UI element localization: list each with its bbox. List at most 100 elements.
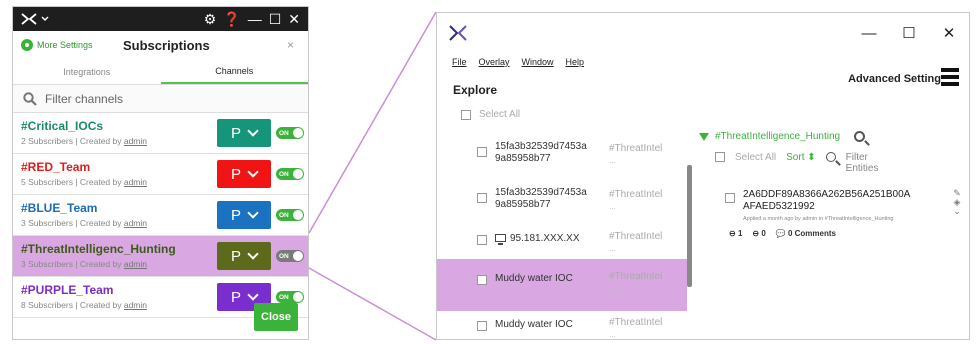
maximize-button[interactable]: ☐ — [889, 24, 929, 42]
panel-title: Subscriptions — [123, 37, 210, 53]
filter-placeholder: Filter channels — [45, 91, 124, 106]
list-item-selected[interactable]: Muddy water IOC #ThreatIntel... — [437, 259, 687, 311]
checkbox[interactable] — [477, 321, 487, 331]
close-button[interactable]: Close — [254, 303, 298, 331]
menu-bar: File Overlay Window Help — [452, 57, 584, 67]
subscription-tabs: Integrations Channels — [13, 59, 308, 85]
close-window-button[interactable]: ✕ — [929, 24, 969, 42]
menu-window[interactable]: Window — [522, 57, 554, 67]
menu-overlay[interactable]: Overlay — [479, 57, 510, 67]
select-all-label: Select All — [479, 109, 521, 120]
subscription-toggle[interactable]: ON — [276, 127, 304, 139]
more-settings-label: More Settings — [37, 40, 93, 50]
channel-row[interactable]: #Critical_IOCs 2 Subscribers | Created b… — [13, 113, 308, 154]
list-item[interactable]: 15fa3b32539d7453a 9a85958b77 #ThreatInte… — [437, 131, 687, 183]
channel-row[interactable]: #RED_Team 5 Subscribers | Created by adm… — [13, 154, 308, 195]
chevron-down-icon — [41, 16, 49, 22]
app-logo-icon — [21, 13, 37, 25]
item-title: Muddy water IOC — [495, 319, 573, 330]
priority-dropdown[interactable]: P — [217, 242, 271, 270]
creator-link[interactable]: admin — [124, 177, 147, 187]
item-title: Muddy water IOC — [495, 273, 573, 284]
entity-hash: 2A6DDF89A8366A262B56A251B00A AFAED532199… — [743, 189, 910, 212]
priority-dropdown[interactable]: P — [217, 119, 271, 147]
minimize-button[interactable]: — — [248, 12, 262, 26]
detail-header: #ThreatIntelligence_Hunting — [699, 131, 967, 142]
subscription-toggle[interactable]: ON — [276, 250, 304, 262]
detail-pane: #ThreatIntelligence_Hunting Select All S… — [699, 131, 967, 238]
filter-search-icon[interactable] — [825, 152, 836, 162]
chevron-down-icon — [247, 289, 259, 301]
checkbox[interactable] — [715, 152, 725, 162]
chevron-down-icon — [247, 125, 259, 137]
subscriptions-window: ⚙ ❓ — ☐ ✕ More Settings Subscriptions × … — [12, 6, 309, 340]
list-item[interactable]: Muddy water IOC #ThreatIntel... — [437, 305, 687, 339]
channel-row-selected[interactable]: #ThreatIntelligenc_Hunting 3 Subscribers… — [13, 236, 308, 277]
chevron-down-icon — [247, 207, 259, 219]
item-tag: #ThreatIntel... — [609, 317, 663, 339]
explore-title: Explore — [453, 83, 498, 97]
item-tag: #ThreatIntel... — [609, 231, 663, 253]
checkbox[interactable] — [461, 109, 471, 120]
subscription-toggle[interactable]: ON — [276, 209, 304, 221]
creator-link[interactable]: admin — [124, 218, 147, 228]
entity-meta: Applied a month ago by admin in #ThreatI… — [743, 216, 894, 222]
chevron-down-icon — [247, 166, 259, 178]
select-all-checkbox[interactable]: Select All — [461, 109, 520, 120]
hamburger-menu-icon[interactable] — [941, 68, 959, 86]
app-logo-icon — [449, 25, 467, 41]
creator-link[interactable]: admin — [124, 300, 147, 310]
monitor-icon — [495, 234, 506, 246]
menu-file[interactable]: File — [452, 57, 467, 67]
more-settings-link[interactable]: More Settings — [21, 39, 93, 51]
maximize-button[interactable]: ☐ — [269, 12, 282, 26]
checkbox[interactable] — [725, 193, 735, 203]
advanced-settings-label[interactable]: Advanced Setting — [848, 73, 941, 85]
help-icon[interactable]: ❓ — [223, 12, 240, 26]
search-icon[interactable] — [854, 131, 866, 142]
checkbox[interactable] — [477, 193, 487, 203]
panel-close-icon[interactable]: × — [287, 38, 294, 52]
priority-dropdown[interactable]: P — [217, 201, 271, 229]
channel-filter-label[interactable]: #ThreatIntelligence_Hunting — [715, 131, 840, 142]
channel-row[interactable]: #BLUE_Team 3 Subscribers | Created by ad… — [13, 195, 308, 236]
filter-entities-label[interactable]: Filter Entities — [846, 152, 886, 174]
item-tag: #ThreatIntel... — [609, 189, 663, 211]
item-ip: 95.181.XXX.XX — [495, 233, 595, 246]
tab-channels[interactable]: Channels — [160, 59, 308, 84]
subscription-toggle[interactable]: ON — [276, 291, 304, 303]
creator-link[interactable]: admin — [124, 136, 147, 146]
selection-arrow — [667, 259, 687, 311]
sort-button[interactable]: Sort ⬍ — [786, 152, 816, 163]
creator-link[interactable]: admin — [124, 259, 147, 269]
app-logo-menu[interactable] — [21, 13, 49, 25]
filter-channels-input[interactable]: Filter channels — [13, 85, 308, 113]
explore-window: — ☐ ✕ File Overlay Window Help Explore A… — [436, 12, 970, 340]
list-scrollbar[interactable] — [687, 165, 692, 287]
gear-icon[interactable]: ⚙ — [204, 12, 217, 26]
minimize-button[interactable]: — — [849, 25, 889, 42]
checkbox[interactable] — [477, 235, 487, 245]
checkbox[interactable] — [477, 147, 487, 157]
subscription-toggle[interactable]: ON — [276, 168, 304, 180]
stat-votes: ⊖ 0 — [752, 229, 766, 238]
filter-funnel-icon[interactable] — [699, 132, 709, 141]
item-tag: #ThreatIntel... — [609, 271, 663, 293]
subscriptions-header: More Settings Subscriptions × — [13, 31, 308, 59]
app-titlebar: ⚙ ❓ — ☐ ✕ — [13, 7, 308, 31]
entity-actions: ✎ ◈ ⌄ — [951, 189, 963, 216]
menu-help[interactable]: Help — [566, 57, 585, 67]
explore-titlebar: — ☐ ✕ — [437, 13, 969, 53]
tab-integrations[interactable]: Integrations — [13, 59, 161, 84]
priority-dropdown[interactable]: P — [217, 160, 271, 188]
chevron-down-icon — [247, 248, 259, 260]
comments-count[interactable]: 💬 0 Comments — [776, 229, 836, 238]
settings-gear-icon — [21, 39, 33, 51]
chevron-down-icon[interactable]: ⌄ — [951, 207, 963, 216]
detail-toolbar: Select All Sort ⬍ Filter Entities — [699, 152, 967, 174]
checkbox[interactable] — [477, 275, 487, 285]
stat-views: ⊖ 1 — [729, 229, 743, 238]
item-hash: 15fa3b32539d7453a 9a85958b77 — [495, 187, 587, 210]
select-all-label[interactable]: Select All — [735, 152, 776, 163]
close-window-button[interactable]: ✕ — [288, 12, 300, 26]
